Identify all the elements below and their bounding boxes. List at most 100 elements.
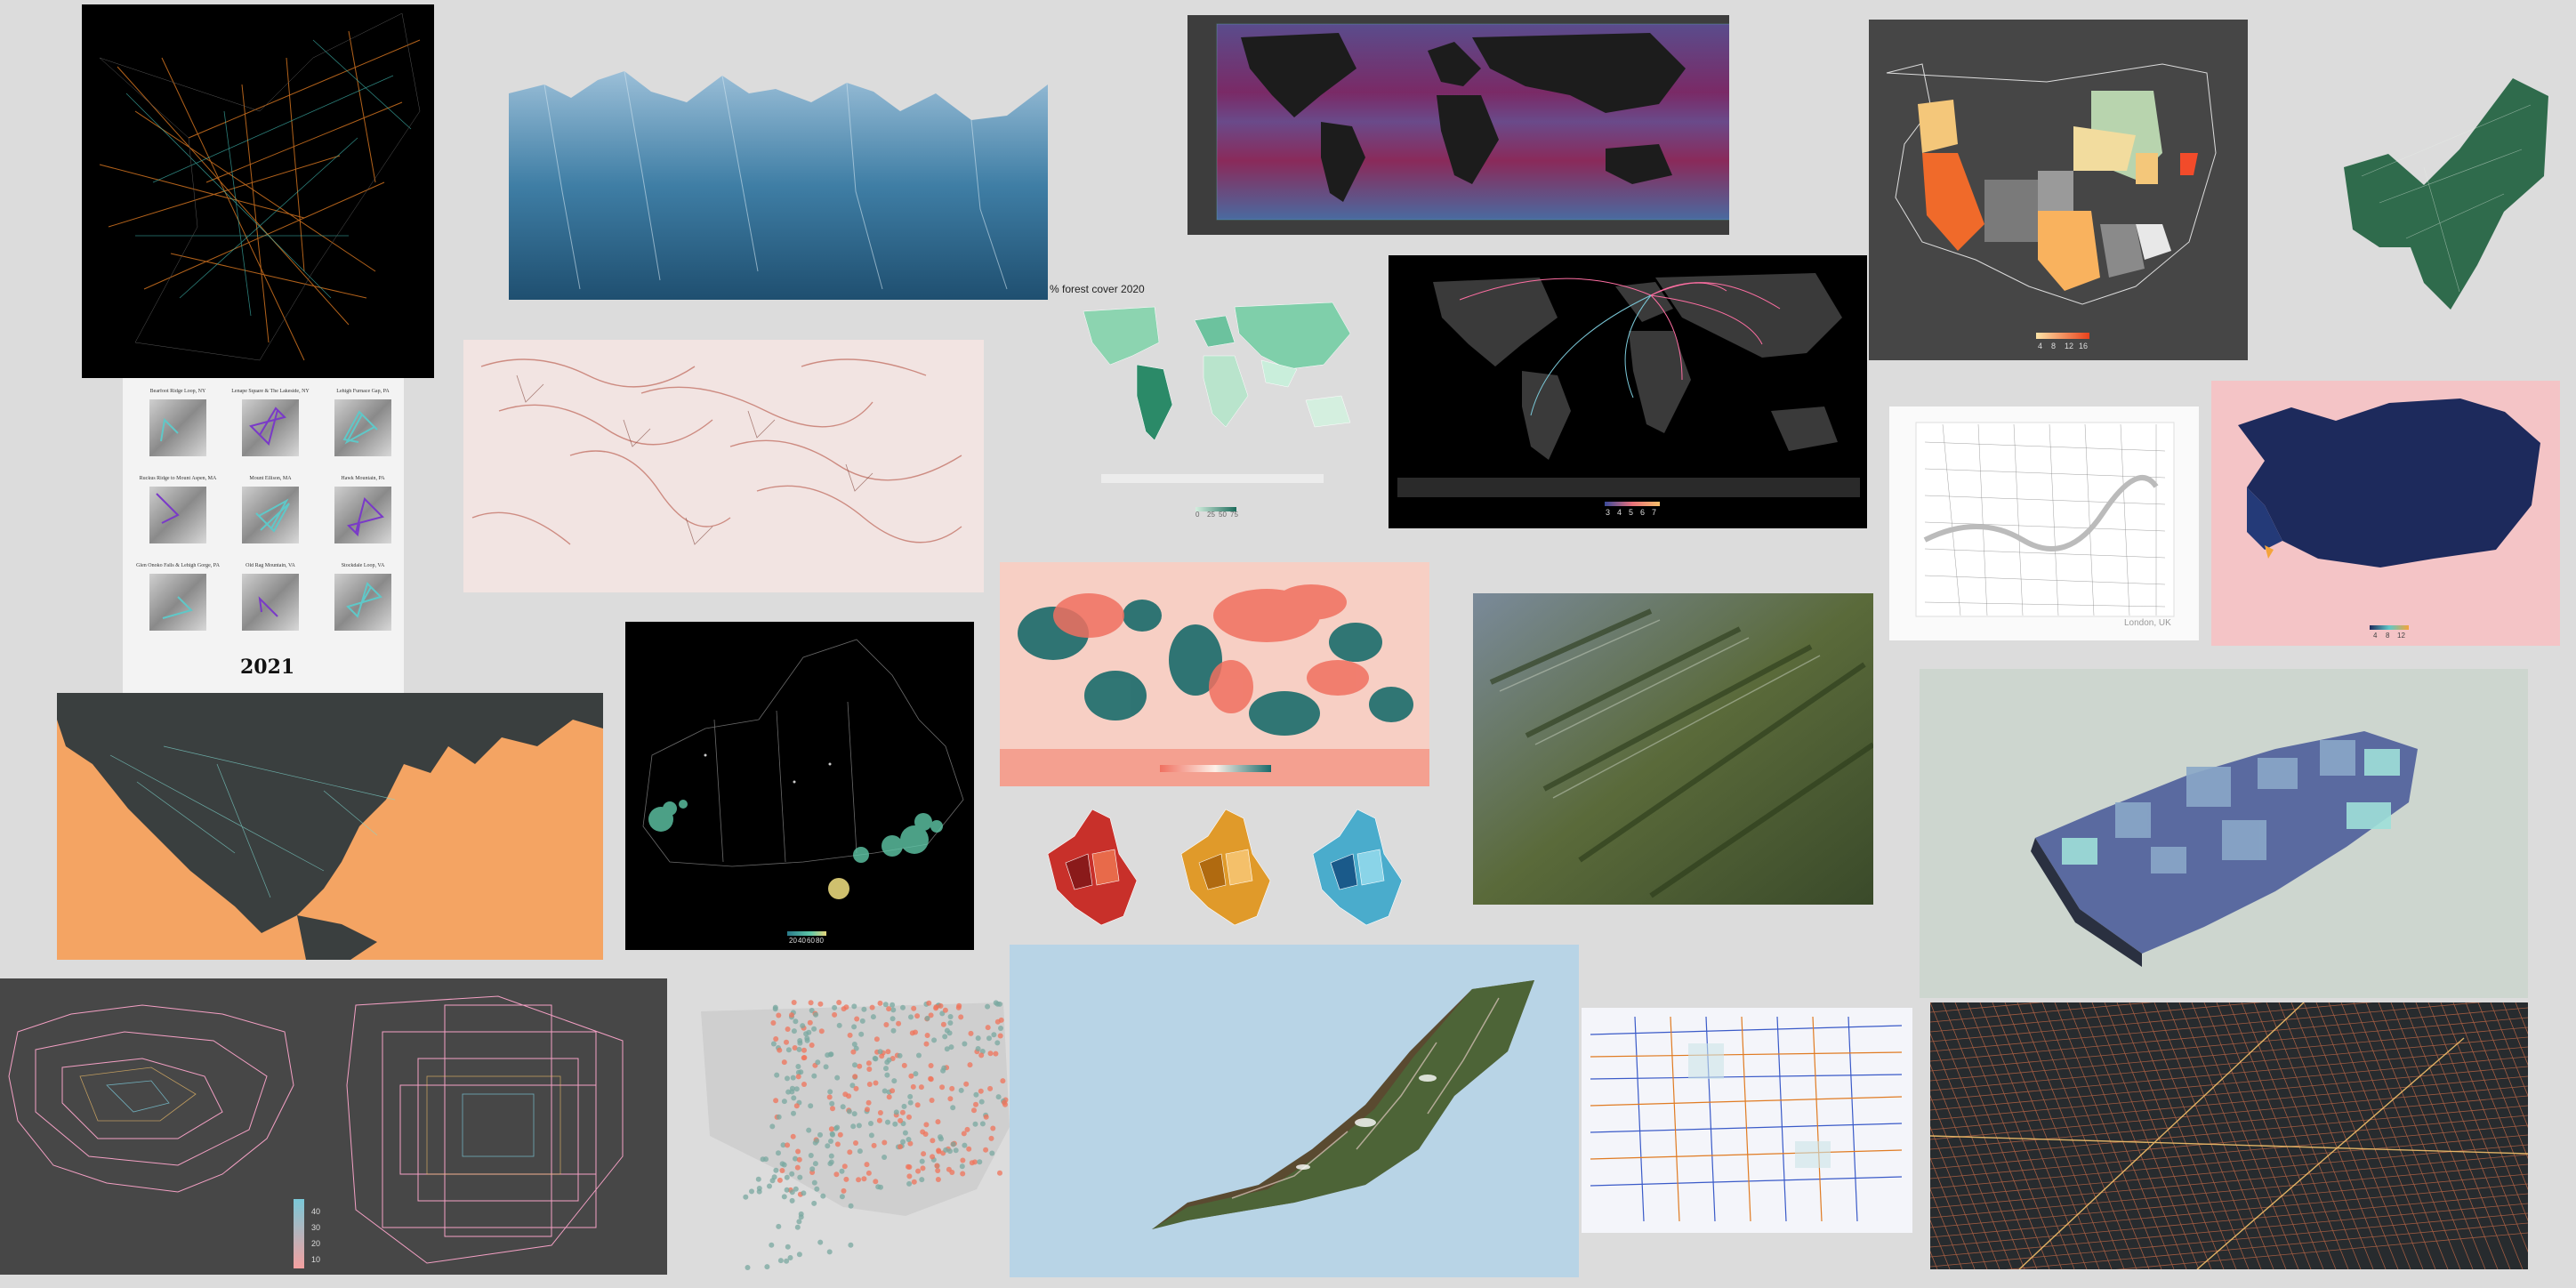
london-map[interactable]: London, UK [1889, 407, 2199, 640]
us-dot [857, 1148, 863, 1155]
us-dot-map[interactable] [692, 967, 1010, 1287]
philly-green-drawing [2344, 78, 2548, 310]
philly-streets-drawing [99, 12, 421, 361]
appalachian-relief-render[interactable] [1473, 593, 1873, 905]
us-dot [926, 1000, 932, 1006]
us-dot [988, 1135, 994, 1141]
us-dot [947, 1020, 954, 1026]
us-legend-bar [2036, 333, 2089, 339]
us-dot [967, 1062, 973, 1068]
hike-panel[interactable]: Stockdale Loop, VA [320, 563, 404, 645]
flights-legend-tick: 4 [1617, 508, 1622, 517]
hikes-small-multiples[interactable]: Bearfoot Ridge Loop, NY Lenape Square & T… [123, 378, 404, 694]
us-dot [814, 1138, 820, 1144]
us-dot [923, 1122, 930, 1128]
us-dot [878, 1184, 883, 1190]
us-dot [870, 1014, 876, 1020]
street-line [1930, 1115, 2528, 1170]
hike-panel[interactable]: Glen Onoko Falls & Lehigh Gorge, PA [135, 563, 221, 645]
street-line [1930, 1134, 2528, 1189]
us-dot [938, 1134, 943, 1140]
flights-map[interactable]: 3 4 5 6 7 [1389, 255, 1867, 528]
temperature-legend-bar [1160, 765, 1271, 772]
us-dot [856, 1177, 862, 1183]
hike-panel[interactable]: Lehigh Furnace Gap, PA [320, 389, 404, 471]
us-dot [942, 1034, 948, 1040]
us-dot [755, 1176, 761, 1182]
canada-legend-tick: 60 [807, 937, 815, 945]
us-dot [784, 1039, 789, 1045]
hand-sketch-map[interactable] [1582, 1008, 1912, 1233]
iceland-map[interactable]: 4 8 12 [2211, 381, 2560, 646]
us-dot [811, 1200, 817, 1206]
us-dot [975, 1035, 981, 1042]
hike-panel[interactable]: Old Rag Mountain, VA [228, 563, 313, 645]
us-dot [773, 1167, 779, 1173]
route-loops-chart[interactable]: 40 30 20 10 [0, 978, 667, 1275]
europe-drawing [1047, 809, 1403, 926]
north-america-rivers[interactable] [57, 693, 603, 960]
philly-green-map[interactable] [2326, 69, 2559, 317]
us-dot [829, 1100, 835, 1107]
sketch-drawing [1590, 1016, 1903, 1222]
ocean-world-map[interactable] [1187, 15, 1729, 235]
street-line [1930, 1002, 2044, 1013]
hike-terrain-thumbnail [149, 487, 206, 543]
pink-relief-map[interactable] [463, 340, 984, 592]
us-dot [817, 1239, 824, 1245]
us-dot [994, 1018, 1001, 1025]
us-dot [891, 1078, 898, 1084]
street-line [1930, 1085, 2528, 1140]
city-blocks-render[interactable] [1920, 669, 2528, 998]
us-states-choropleth[interactable]: 4 8 12 16 [1869, 20, 2248, 360]
us-dots-drawing [701, 1000, 1010, 1270]
temperature-world-map[interactable] [1000, 562, 1429, 786]
us-dot [781, 1059, 787, 1066]
us-dot [978, 1088, 984, 1094]
hike-route-line [346, 582, 382, 618]
hike-terrain-thumbnail [242, 487, 299, 543]
us-dot [987, 1085, 994, 1091]
us-dot [809, 1166, 816, 1172]
us-legend-tick: 8 [2051, 342, 2057, 350]
blue-relief-render[interactable] [509, 67, 1048, 300]
pink-relief-drawing [471, 358, 962, 545]
us-dot [781, 1099, 787, 1105]
hike-panel[interactable]: Lenape Square & The Lakeside, NY [228, 389, 313, 471]
europe-small-multiples[interactable] [1039, 801, 1437, 930]
us-dot [890, 1016, 896, 1022]
us-dot [856, 1123, 862, 1129]
us-dot [851, 1024, 857, 1030]
us-dot [843, 1176, 849, 1182]
hike-panel[interactable]: Mount Ellison, MA [228, 476, 313, 558]
us-dot [859, 1018, 865, 1024]
us-dot [769, 1242, 775, 1248]
us-dot [890, 1002, 896, 1008]
us-dot [940, 1021, 946, 1027]
us-dot [953, 1147, 959, 1154]
hike-title: Stockdale Loop, VA [341, 563, 385, 568]
hike-title: Old Rag Mountain, VA [246, 563, 295, 568]
us-dot [972, 1121, 978, 1127]
us-dot [808, 1103, 814, 1109]
hike-title: Bearfoot Ridge Loop, NY [149, 389, 206, 394]
us-dot [928, 1063, 934, 1068]
us-dot [851, 1111, 857, 1117]
canada-bubble-map[interactable]: 20 40 60 80 [625, 622, 974, 950]
forest-cover-map[interactable]: % forest cover 2020 0 [1048, 280, 1368, 511]
us-dot [852, 1074, 858, 1080]
hike-panel[interactable]: Hawk Mountain, PA [320, 476, 404, 558]
us-dot [935, 1119, 941, 1125]
philly-streets-map[interactable] [82, 4, 434, 378]
hike-panel[interactable]: Ruckus Ridge to Mount Aspen, MA [135, 476, 221, 558]
us-dot [1002, 1099, 1007, 1106]
hike-panel[interactable]: Bearfoot Ridge Loop, NY [135, 389, 221, 471]
hike-terrain-thumbnail [242, 399, 299, 456]
dark-street-network[interactable] [1930, 1002, 2528, 1269]
street-line [2490, 1002, 2528, 1098]
london-drawing [1915, 422, 2175, 617]
us-dot [789, 1089, 795, 1095]
us-dot [779, 1161, 785, 1167]
coastal-relief-render[interactable] [1010, 945, 1579, 1277]
us-dot [797, 1040, 803, 1046]
